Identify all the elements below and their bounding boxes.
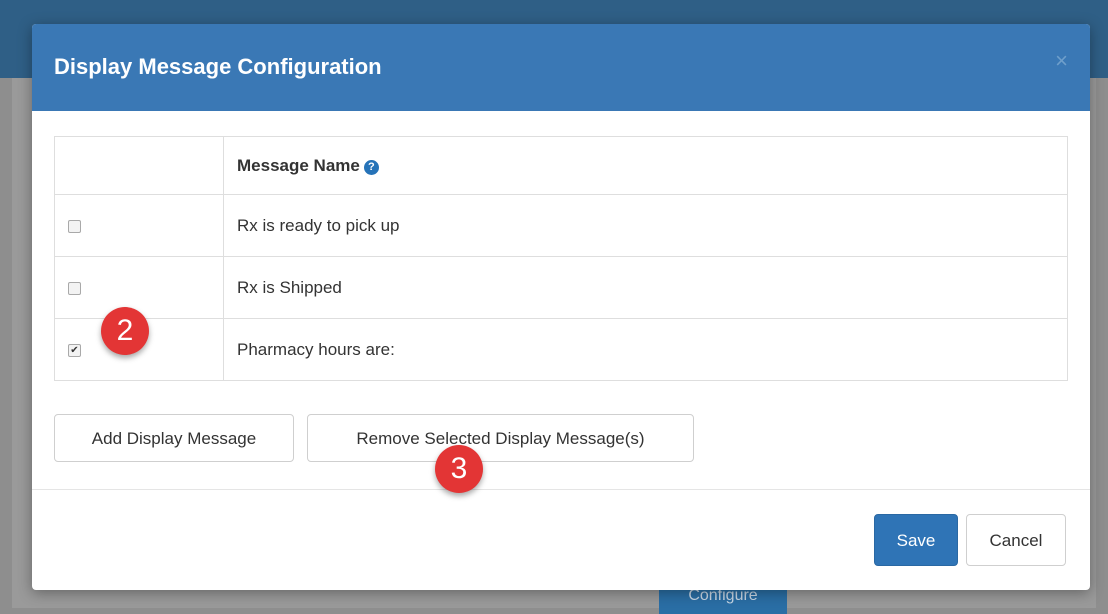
message-name-column-header: Message Name? — [223, 136, 1068, 195]
check-icon: ✔ — [70, 344, 79, 356]
select-column-header — [54, 136, 224, 195]
table-header-row: Message Name? — [54, 136, 1068, 195]
step-2-badge: 2 — [101, 307, 149, 355]
message-table: Message Name? Rx is ready to pick up Rx … — [54, 136, 1068, 381]
cancel-button[interactable]: Cancel — [966, 514, 1066, 566]
dialog-title: Display Message Configuration — [54, 54, 382, 79]
table-row: ✔ Pharmacy hours are: — [54, 318, 1068, 381]
row-select-cell — [54, 256, 224, 319]
row-checkbox[interactable] — [68, 281, 81, 295]
step-3-badge: 3 — [435, 445, 483, 493]
display-message-dialog: Display Message Configuration × Message … — [32, 24, 1090, 590]
close-icon[interactable]: × — [1055, 48, 1068, 74]
dialog-header: Display Message Configuration × — [32, 24, 1090, 111]
row-checkbox[interactable] — [68, 219, 81, 233]
message-name-label: Message Name — [237, 155, 360, 175]
row-select-cell — [54, 194, 224, 257]
remove-selected-messages-button[interactable]: Remove Selected Display Message(s) — [307, 414, 694, 462]
help-icon[interactable]: ? — [363, 159, 379, 175]
footer-divider — [32, 489, 1090, 490]
save-button[interactable]: Save — [874, 514, 958, 566]
message-name-cell: Pharmacy hours are: — [223, 318, 1068, 381]
table-row: Rx is Shipped — [54, 256, 1068, 319]
row-checkbox-checked[interactable]: ✔ — [68, 343, 81, 357]
message-name-cell: Rx is ready to pick up — [223, 194, 1068, 257]
message-name-cell: Rx is Shipped — [223, 256, 1068, 319]
table-row: Rx is ready to pick up — [54, 194, 1068, 257]
add-display-message-button[interactable]: Add Display Message — [54, 414, 294, 462]
